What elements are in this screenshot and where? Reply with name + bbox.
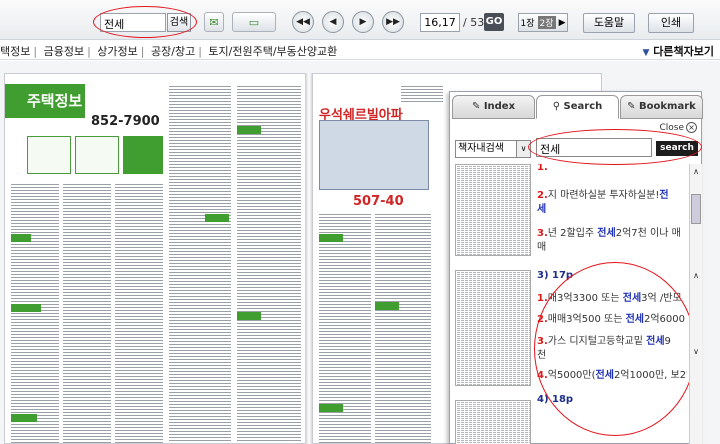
bookmark-icon: ✎ xyxy=(627,101,640,112)
email-icon[interactable]: ✉ xyxy=(204,12,224,32)
result-thumbnail[interactable] xyxy=(455,164,531,256)
section-tag xyxy=(237,312,261,320)
panel-tabs: ✎ Index ⚲ Search ✎ Bookmark xyxy=(450,92,703,120)
prev-page-button[interactable]: ◀ xyxy=(322,11,344,33)
print-button[interactable]: 인쇄 xyxy=(648,13,694,33)
ad-box xyxy=(27,136,71,174)
scrollbar-thumb[interactable] xyxy=(691,194,701,224)
text-column xyxy=(237,84,301,443)
right-page-phone: 507-40 xyxy=(353,194,404,209)
close-icon: × xyxy=(686,122,697,133)
pencil-icon: ✎ xyxy=(471,101,484,112)
result-thumbnail[interactable] xyxy=(455,400,531,444)
last-page-button[interactable]: ▶▶ xyxy=(382,11,404,33)
ad-box xyxy=(75,136,119,174)
first-page-button[interactable]: ◀◀ xyxy=(292,11,314,33)
result-line[interactable]: 세 xyxy=(537,200,687,215)
other-books-button[interactable]: ▼ 다른책자보기 xyxy=(643,43,715,59)
section-tag xyxy=(375,302,399,310)
text-column xyxy=(401,84,443,104)
result-line[interactable]: 3.년 2할입주 전세2억7천 이나 매 xyxy=(537,224,687,239)
left-page-title: 주택정보 xyxy=(27,92,83,110)
chevron-up-icon[interactable]: ∧ xyxy=(690,270,702,282)
chevron-down-icon[interactable]: ∨ xyxy=(690,346,702,358)
next-page-button[interactable]: ▶ xyxy=(352,11,374,33)
search-scope-select[interactable]: 책자내검색 ∨ xyxy=(455,140,531,158)
result-line[interactable]: 1. xyxy=(537,164,687,173)
chevron-up-icon[interactable]: ∧ xyxy=(690,166,702,178)
hand-tool-icon[interactable]: ▭ xyxy=(232,12,276,32)
category-links: 택정보 | 금융정보 | 상가정보 | 공장/창고 | 토지/전원주택/부동산양교환 xyxy=(0,45,338,58)
page-view-toggle[interactable]: 1장 2장 ▶ xyxy=(518,13,568,32)
result-line[interactable]: 2.지 마련하실분 투자하실분!전 xyxy=(537,186,687,201)
tab-bookmark[interactable]: ✎ Bookmark xyxy=(620,95,703,119)
viewer-toolbar: 전세 검색 ✉ ▭ ◀◀ ◀ ▶ ▶▶ 16,17 / 53 GO 1장 2장 … xyxy=(0,0,720,40)
ad-box xyxy=(123,136,163,174)
category-bar: 택정보 | 금융정보 | 상가정보 | 공장/창고 | 토지/전원주택/부동산양교환 ▼… xyxy=(0,40,720,60)
view-toggle-left[interactable]: 1장 xyxy=(521,16,535,29)
text-column xyxy=(115,182,163,443)
page-number-input[interactable]: 16,17 xyxy=(420,13,460,32)
chevron-down-icon: ▼ xyxy=(642,48,650,58)
section-tag xyxy=(237,126,261,134)
category-factory[interactable]: 공장/창고 xyxy=(151,45,195,58)
other-books-label: 다른책자보기 xyxy=(653,45,714,58)
section-tag xyxy=(11,234,31,242)
category-commercial[interactable]: 상가정보 xyxy=(97,45,137,58)
highlight-ellipse xyxy=(534,262,696,436)
text-column xyxy=(11,182,59,443)
left-page-phone: 852-7900 xyxy=(91,114,160,129)
section-tag xyxy=(319,404,343,412)
help-button[interactable]: 도움말 xyxy=(583,13,635,33)
tab-index[interactable]: ✎ Index xyxy=(452,95,535,119)
building-photo xyxy=(319,120,429,190)
search-panel: ✎ Index ⚲ Search ✎ Bookmark Close × 책자내검색… xyxy=(449,91,703,444)
text-column xyxy=(375,212,431,443)
tab-search[interactable]: ⚲ Search xyxy=(536,95,619,119)
category-land[interactable]: 토지/전원주택/부동산양교환 xyxy=(208,45,337,58)
scope-label: 책자내검색 xyxy=(458,143,504,154)
highlight-ellipse xyxy=(93,6,197,38)
category-finance[interactable]: 금융정보 xyxy=(44,45,84,58)
results-scrollbar[interactable]: ∧ ∧ ∨ xyxy=(689,164,702,444)
result-line[interactable]: 매 xyxy=(537,238,687,253)
go-button[interactable]: GO xyxy=(484,13,504,31)
view-toggle-middle[interactable]: 2장 xyxy=(537,16,556,29)
highlight-ellipse xyxy=(528,129,702,165)
text-column xyxy=(63,182,111,443)
result-thumbnail[interactable] xyxy=(455,270,531,386)
section-tag xyxy=(11,414,37,422)
section-tag xyxy=(11,304,41,312)
magnifier-icon: ⚲ xyxy=(552,101,564,112)
text-column xyxy=(169,84,231,443)
newspaper-page-left[interactable]: 주택정보 852-7900 xyxy=(4,73,306,444)
page-total: / 53 xyxy=(463,16,485,29)
section-tag xyxy=(205,214,229,222)
category-housing[interactable]: 택정보 xyxy=(0,45,30,58)
view-toggle-right[interactable]: ▶ xyxy=(559,18,566,28)
section-tag xyxy=(319,234,343,242)
